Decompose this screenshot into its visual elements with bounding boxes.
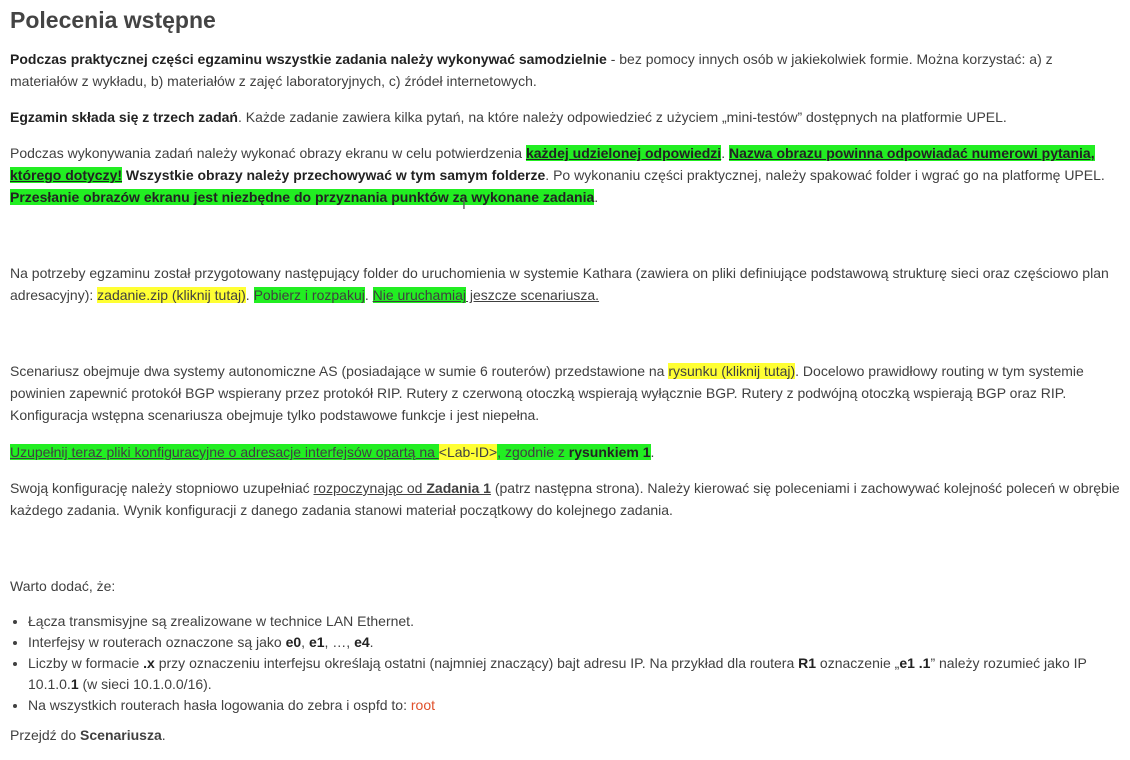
list-item-ip-numbers: Liczby w formacie .x przy oznaczeniu int… xyxy=(28,653,1120,695)
task-1-link[interactable]: Zadania 1 xyxy=(426,480,491,496)
text-cursor-icon: I xyxy=(462,196,466,212)
notes-list: Łącza transmisyjne są zrealizowane w tec… xyxy=(10,611,1120,716)
highlight-each-answer: każdej udzielonej odpowiedzi xyxy=(525,145,722,161)
page-title: Polecenia wstępne xyxy=(10,7,216,33)
rules-bold: Podczas praktycznej części egzaminu wszy… xyxy=(10,51,607,67)
same-folder-bold: Wszystkie obrazy należy przechowywać w t… xyxy=(125,167,546,183)
list-item-passwords: Na wszystkich routerach hasła logowania … xyxy=(28,695,1120,716)
screenshots-text-2: . xyxy=(721,145,729,161)
scenario-text-1: Scenariusz obejmuje dwa systemy autonomi… xyxy=(10,363,669,379)
paragraph-worth-adding: Warto dodać, że: xyxy=(10,578,116,594)
go-to-text-2: . xyxy=(161,727,166,743)
highlight-upload-required: Przesłanie obrazów ekranu jest niezbędne… xyxy=(10,189,595,205)
interfaces-sep-1: , xyxy=(301,634,309,650)
lab-id-highlight: <Lab-ID> xyxy=(438,444,498,460)
addressing-text-2: , zgodnie z xyxy=(497,444,569,460)
addressing-text-3: . xyxy=(650,444,655,460)
interface-e0: e0 xyxy=(285,634,302,650)
paragraph-go-to-scenario: Przejdź do Scenariusza. xyxy=(10,724,1120,746)
kathara-text-4: jeszcze scenariusza. xyxy=(466,287,600,303)
screenshots-text-4: . Po wykonaniu części praktycznej, należ… xyxy=(545,167,1105,183)
addressing-text-1: Uzupełnij teraz pliki konfiguracyjne o a… xyxy=(10,444,439,460)
kathara-text-3: . xyxy=(364,287,373,303)
exam-structure-bold: Egzamin składa się z trzech zadań xyxy=(10,109,238,125)
ip-text-3: oznaczenie „ xyxy=(816,655,900,671)
interfaces-text-1: Interfejsy w routerach oznaczone są jako xyxy=(28,634,286,650)
interfaces-text-2: . xyxy=(369,634,374,650)
kathara-text-2: . xyxy=(245,287,254,303)
interfaces-sep-2: , …, xyxy=(324,634,355,650)
paragraph-scenario: Scenariusz obejmuje dwa systemy autonomi… xyxy=(10,360,1120,426)
highlight-download-unpack: Pobierz i rozpakuj xyxy=(253,287,365,303)
paragraph-screenshots: Podczas wykonywania zadań należy wykonać… xyxy=(10,142,1120,208)
interface-e1-1: e1 .1 xyxy=(899,655,931,671)
ip-text-5: (w sieci 10.1.0.0/16). xyxy=(78,676,212,692)
paragraph-addressing: Uzupełnij teraz pliki konfiguracyjne o a… xyxy=(10,441,1120,463)
list-item-interfaces: Interfejsy w routerach oznaczone są jako… xyxy=(28,632,1120,653)
go-to-text-1: Przejdź do xyxy=(10,727,81,743)
screenshots-text-1: Podczas wykonywania zadań należy wykonać… xyxy=(10,145,526,161)
ip-x-format: .x xyxy=(143,655,155,671)
scenario-link[interactable]: Scenariusza xyxy=(80,727,162,743)
router-r1: R1 xyxy=(798,655,817,671)
config-underlined: rozpoczynając od xyxy=(313,480,427,496)
exam-structure-text: . Każde zadanie zawiera kilka pytań, na … xyxy=(237,109,1007,125)
paragraph-rules: Podczas praktycznej części egzaminu wszy… xyxy=(10,48,1120,92)
rysunek-link[interactable]: rysunku (kliknij tutaj) xyxy=(668,363,796,379)
interface-e4: e4 xyxy=(354,634,370,650)
interface-e1: e1 xyxy=(308,634,325,650)
ip-text-2: przy oznaczeniu interfejsu określają ost… xyxy=(154,655,799,671)
screenshots-text-5: . xyxy=(594,189,599,205)
list-item-ethernet: Łącza transmisyjne są zrealizowane w tec… xyxy=(28,611,1120,632)
password-value: root xyxy=(410,697,435,713)
paragraph-kathara-folder: Na potrzeby egzaminu został przygotowany… xyxy=(10,262,1120,306)
config-text-1: Swoją konfigurację należy stopniowo uzup… xyxy=(10,480,314,496)
zadanie-zip-link[interactable]: zadanie.zip (kliknij tutaj) xyxy=(97,287,246,303)
ip-text-1: Liczby w formacie xyxy=(28,655,144,671)
highlight-do-not-run: Nie uruchamiaj xyxy=(372,287,466,303)
paragraph-exam-structure: Egzamin składa się z trzech zadań. Każde… xyxy=(10,106,1120,128)
paragraph-configuration: Swoją konfigurację należy stopniowo uzup… xyxy=(10,477,1120,521)
passwords-text: Na wszystkich routerach hasła logowania … xyxy=(28,697,411,713)
page-content: Polecenia wstępne Podczas praktycznej cz… xyxy=(0,0,1130,746)
ip-last-byte: 1 xyxy=(70,676,79,692)
figure-1-bold: rysunkiem 1 xyxy=(568,444,651,460)
